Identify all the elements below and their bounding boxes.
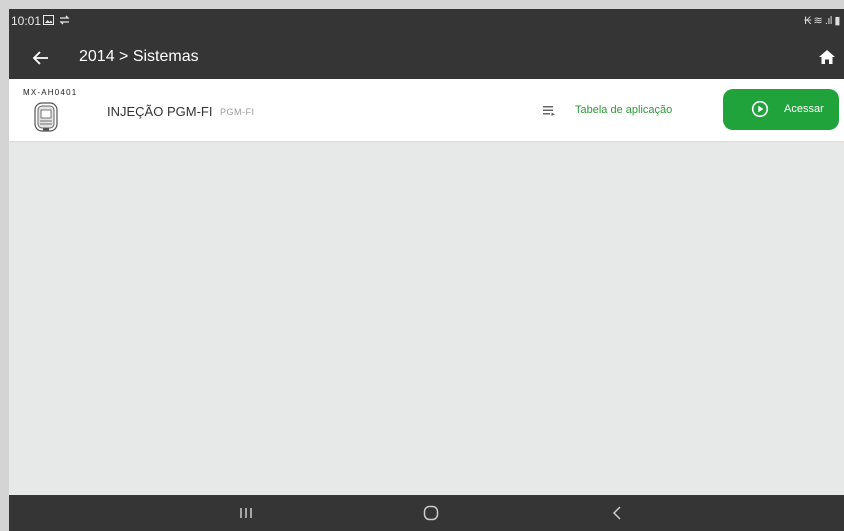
back-nav-icon[interactable] [607,504,627,522]
recent-apps-icon[interactable] [236,504,256,522]
play-circle-icon [751,100,769,118]
status-bar: 10:01 ₭ ≋ .ıl ▮ [9,9,844,35]
system-code: MX-AH0401 [23,88,78,97]
system-list-item: MX-AH0401 INJEÇÃO PGM-FI PGM-FI Tabela d… [9,79,844,142]
home-nav-icon[interactable] [421,504,441,522]
system-subname: PGM-FI [220,107,255,117]
status-right-icons: ₭ ≋ .ıl ▮ [804,15,840,27]
application-table-label: Tabela de aplicação [575,104,673,116]
ecu-module-icon [34,102,58,132]
access-button[interactable]: Acessar [723,89,839,130]
system-name: INJEÇÃO PGM-FI [107,104,213,119]
gallery-icon [43,15,54,25]
system-nav-bar [9,495,844,531]
app-bar: 2014 > Sistemas [9,35,844,79]
app-screen: 10:01 ₭ ≋ .ıl ▮ 2014 > Sistemas MX-AH040… [9,9,844,531]
status-time: 10:01 [11,14,42,28]
access-button-label: Acessar [784,103,824,115]
back-arrow-icon[interactable] [31,48,51,68]
page-title: 2014 > Sistemas [79,48,199,65]
sync-icon [59,15,70,25]
home-icon[interactable] [818,48,836,66]
list-icon [543,106,555,116]
